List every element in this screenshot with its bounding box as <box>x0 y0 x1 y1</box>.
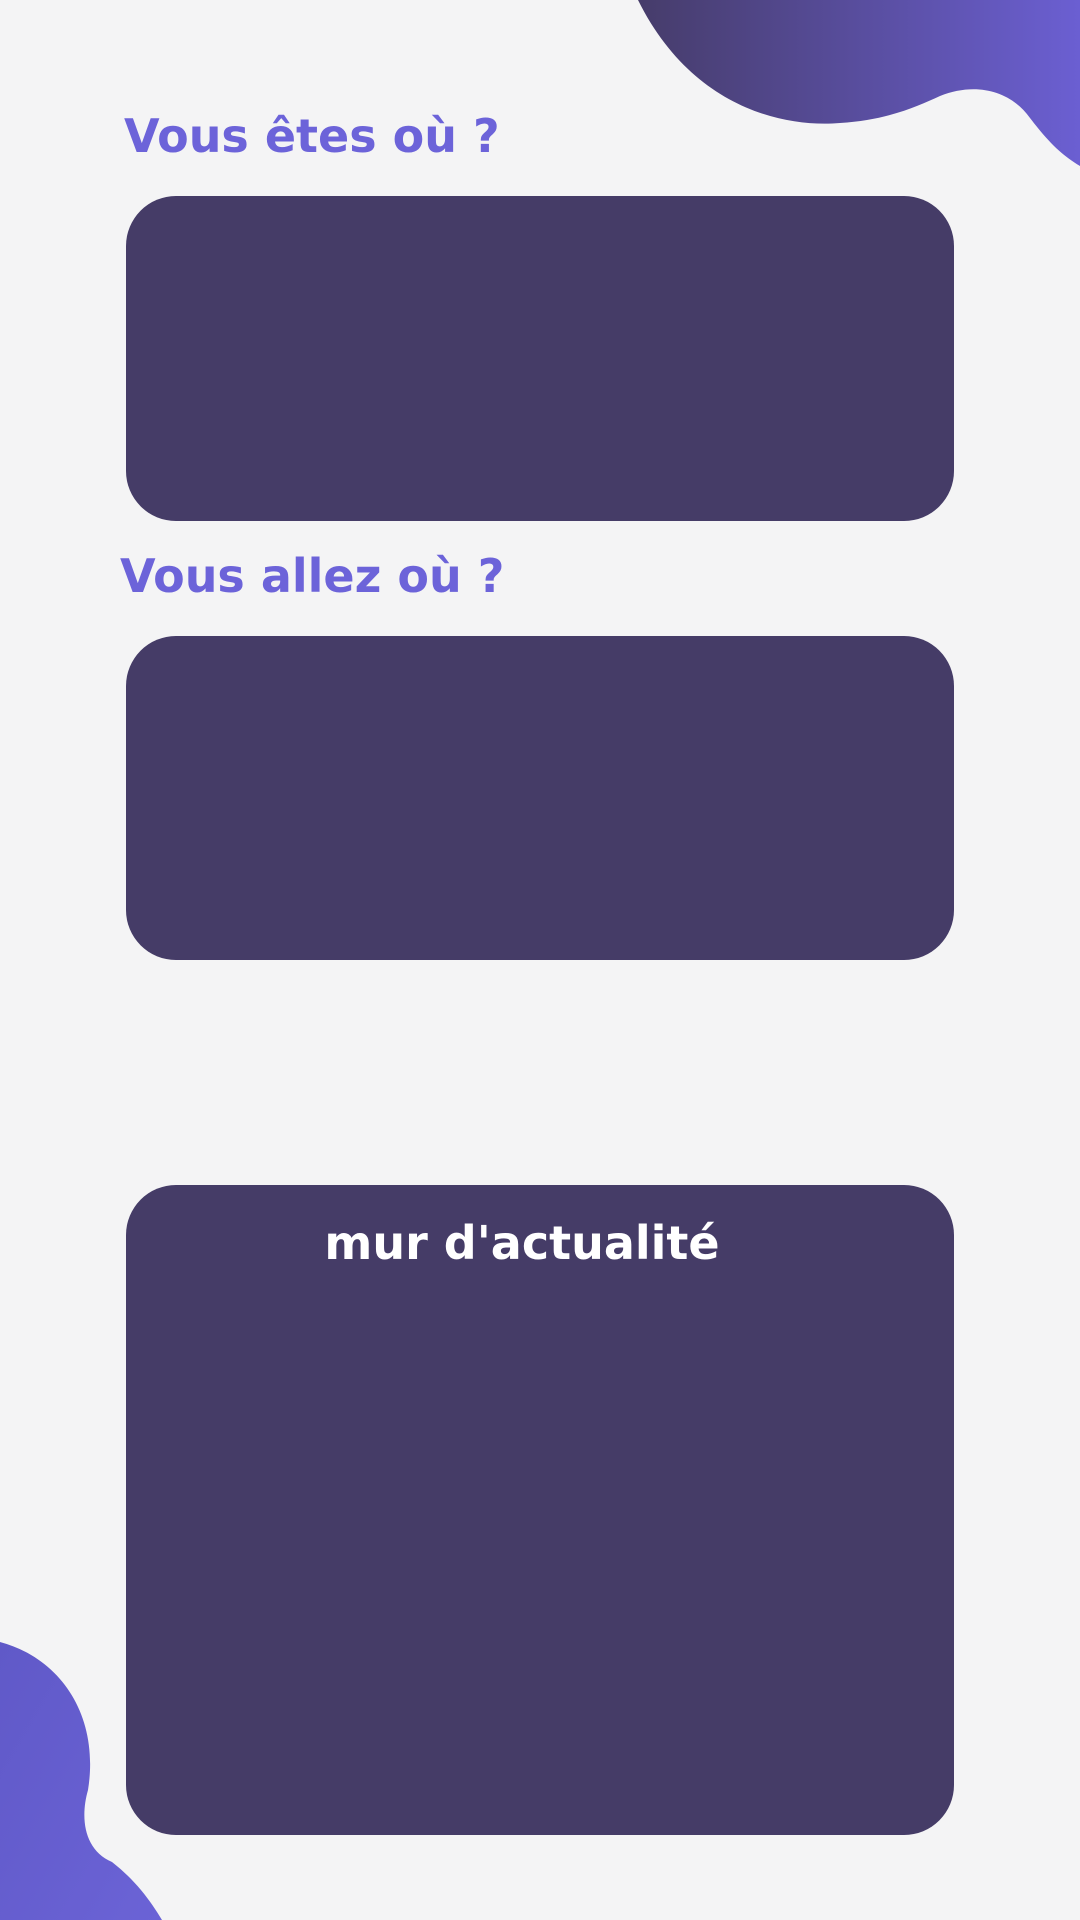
destination-panel[interactable] <box>126 636 954 960</box>
news-wall-title: mur d'actualité <box>324 1216 720 1270</box>
news-wall-panel[interactable]: mur d'actualité <box>126 1185 954 1835</box>
departure-panel[interactable] <box>126 196 954 521</box>
departure-heading: Vous êtes où ? <box>124 109 500 163</box>
destination-heading: Vous allez où ? <box>120 549 505 603</box>
